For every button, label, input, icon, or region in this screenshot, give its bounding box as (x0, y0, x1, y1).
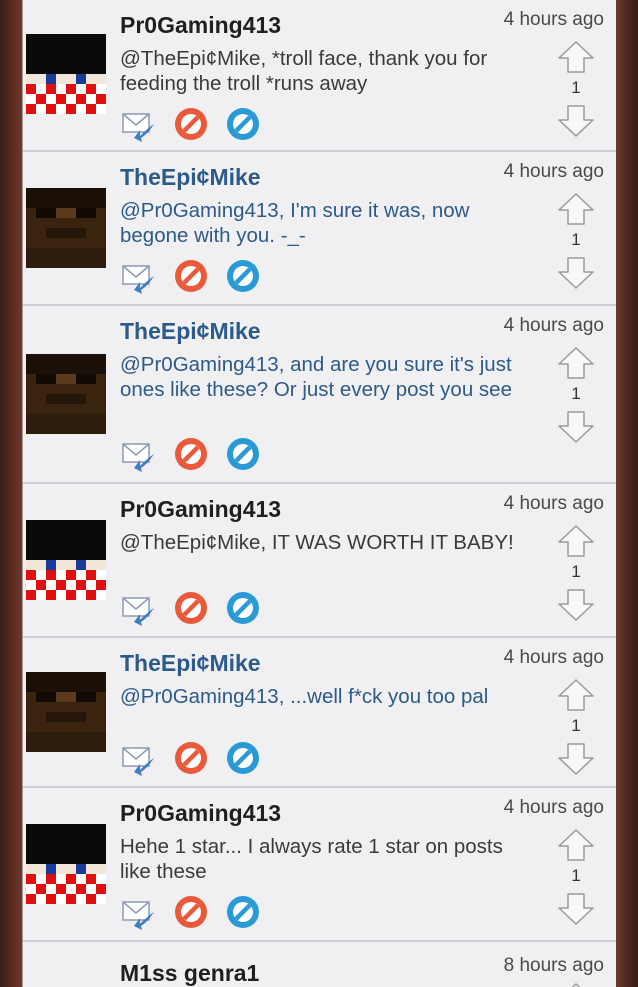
arrow-up-icon[interactable] (556, 828, 596, 862)
no-entry-blue-icon[interactable] (225, 436, 261, 472)
arrow-up-icon[interactable] (556, 524, 596, 558)
vote-controls: 1 (556, 40, 596, 140)
vote-controls: 1 (556, 678, 596, 778)
arrow-down-icon[interactable] (556, 104, 596, 138)
arrow-down-icon[interactable] (556, 742, 596, 776)
no-entry-blue-icon[interactable] (225, 106, 261, 142)
comment-actions (120, 740, 270, 776)
vote-controls (556, 982, 596, 987)
comment-username[interactable]: TheEpi¢Mike (120, 318, 261, 345)
comment-username[interactable]: M1ss genra1 (120, 960, 259, 987)
comment-text: @Pr0Gaming413, ...well f*ck you too pal (120, 685, 489, 708)
vote-controls: 1 (556, 192, 596, 292)
arrow-up-icon[interactable] (556, 346, 596, 380)
comment-item: TheEpi¢Mike 4 hours ago @Pr0Gaming413, I… (23, 152, 616, 306)
vote-score: 1 (571, 78, 581, 97)
no-entry-red-icon[interactable] (173, 894, 209, 930)
comment-item: TheEpi¢Mike 4 hours ago @Pr0Gaming413, .… (23, 638, 616, 788)
comment-item: M1ss genra1 8 hours ago (23, 942, 616, 987)
comment-text: @Pr0Gaming413, and are you sure it's jus… (120, 353, 512, 401)
user-avatar[interactable] (26, 672, 106, 752)
vote-score: 1 (571, 230, 581, 249)
reply-mail-icon[interactable] (120, 894, 156, 930)
comment-text: @Pr0Gaming413, I'm sure it was, now bego… (120, 199, 470, 247)
user-avatar[interactable] (26, 188, 106, 268)
comment-actions (120, 894, 270, 930)
reply-mail-icon[interactable] (120, 740, 156, 776)
comment-username[interactable]: Pr0Gaming413 (120, 12, 281, 39)
comment-timestamp: 8 hours ago (503, 955, 604, 976)
no-entry-blue-icon[interactable] (225, 258, 261, 294)
comment-timestamp: 4 hours ago (503, 315, 604, 336)
comment-username[interactable]: TheEpi¢Mike (120, 650, 261, 677)
comment-text: @TheEpi¢Mike, *troll face, thank you for… (120, 47, 488, 95)
comment-item: Pr0Gaming413 4 hours ago Hehe 1 star... … (23, 788, 616, 942)
reply-mail-icon[interactable] (120, 258, 156, 294)
comment-timestamp: 4 hours ago (503, 647, 604, 668)
arrow-up-icon[interactable] (556, 678, 596, 712)
comment-username[interactable]: Pr0Gaming413 (120, 496, 281, 523)
comment-actions (120, 590, 270, 626)
user-avatar[interactable] (26, 34, 106, 114)
comment-timestamp: 4 hours ago (503, 797, 604, 818)
arrow-down-icon[interactable] (556, 256, 596, 290)
arrow-up-icon[interactable] (556, 192, 596, 226)
no-entry-red-icon[interactable] (173, 740, 209, 776)
comment-text: Hehe 1 star... I always rate 1 star on p… (120, 835, 503, 883)
arrow-up-icon[interactable] (556, 40, 596, 74)
comment-item: Pr0Gaming413 4 hours ago @TheEpi¢Mike, *… (23, 0, 616, 152)
comment-username[interactable]: Pr0Gaming413 (120, 800, 281, 827)
vote-score: 1 (571, 562, 581, 581)
user-avatar[interactable] (26, 824, 106, 904)
comment-actions (120, 106, 270, 142)
vote-score: 1 (571, 384, 581, 403)
user-avatar[interactable] (26, 354, 106, 434)
arrow-down-icon[interactable] (556, 892, 596, 926)
comment-timestamp: 4 hours ago (503, 493, 604, 514)
comment-item: TheEpi¢Mike 4 hours ago @Pr0Gaming413, a… (23, 306, 616, 484)
reply-mail-icon[interactable] (120, 590, 156, 626)
comment-actions (120, 258, 270, 294)
no-entry-red-icon[interactable] (173, 258, 209, 294)
comments-list: Pr0Gaming413 4 hours ago @TheEpi¢Mike, *… (23, 0, 616, 987)
arrow-down-icon[interactable] (556, 588, 596, 622)
comment-item: Pr0Gaming413 4 hours ago @TheEpi¢Mike, I… (23, 484, 616, 638)
comment-timestamp: 4 hours ago (503, 161, 604, 182)
reply-mail-icon[interactable] (120, 436, 156, 472)
comment-timestamp: 4 hours ago (503, 9, 604, 30)
no-entry-blue-icon[interactable] (225, 740, 261, 776)
user-avatar[interactable] (26, 520, 106, 600)
comment-username[interactable]: TheEpi¢Mike (120, 164, 261, 191)
arrow-down-icon[interactable] (556, 410, 596, 444)
no-entry-red-icon[interactable] (173, 590, 209, 626)
no-entry-blue-icon[interactable] (225, 894, 261, 930)
reply-mail-icon[interactable] (120, 106, 156, 142)
no-entry-red-icon[interactable] (173, 436, 209, 472)
vote-controls: 1 (556, 828, 596, 928)
vote-controls: 1 (556, 346, 596, 446)
comment-actions (120, 436, 270, 472)
vote-controls: 1 (556, 524, 596, 624)
arrow-up-icon[interactable] (556, 982, 596, 987)
vote-score: 1 (571, 716, 581, 735)
vote-score: 1 (571, 866, 581, 885)
no-entry-blue-icon[interactable] (225, 590, 261, 626)
no-entry-red-icon[interactable] (173, 106, 209, 142)
comment-text: @TheEpi¢Mike, IT WAS WORTH IT BABY! (120, 531, 514, 554)
